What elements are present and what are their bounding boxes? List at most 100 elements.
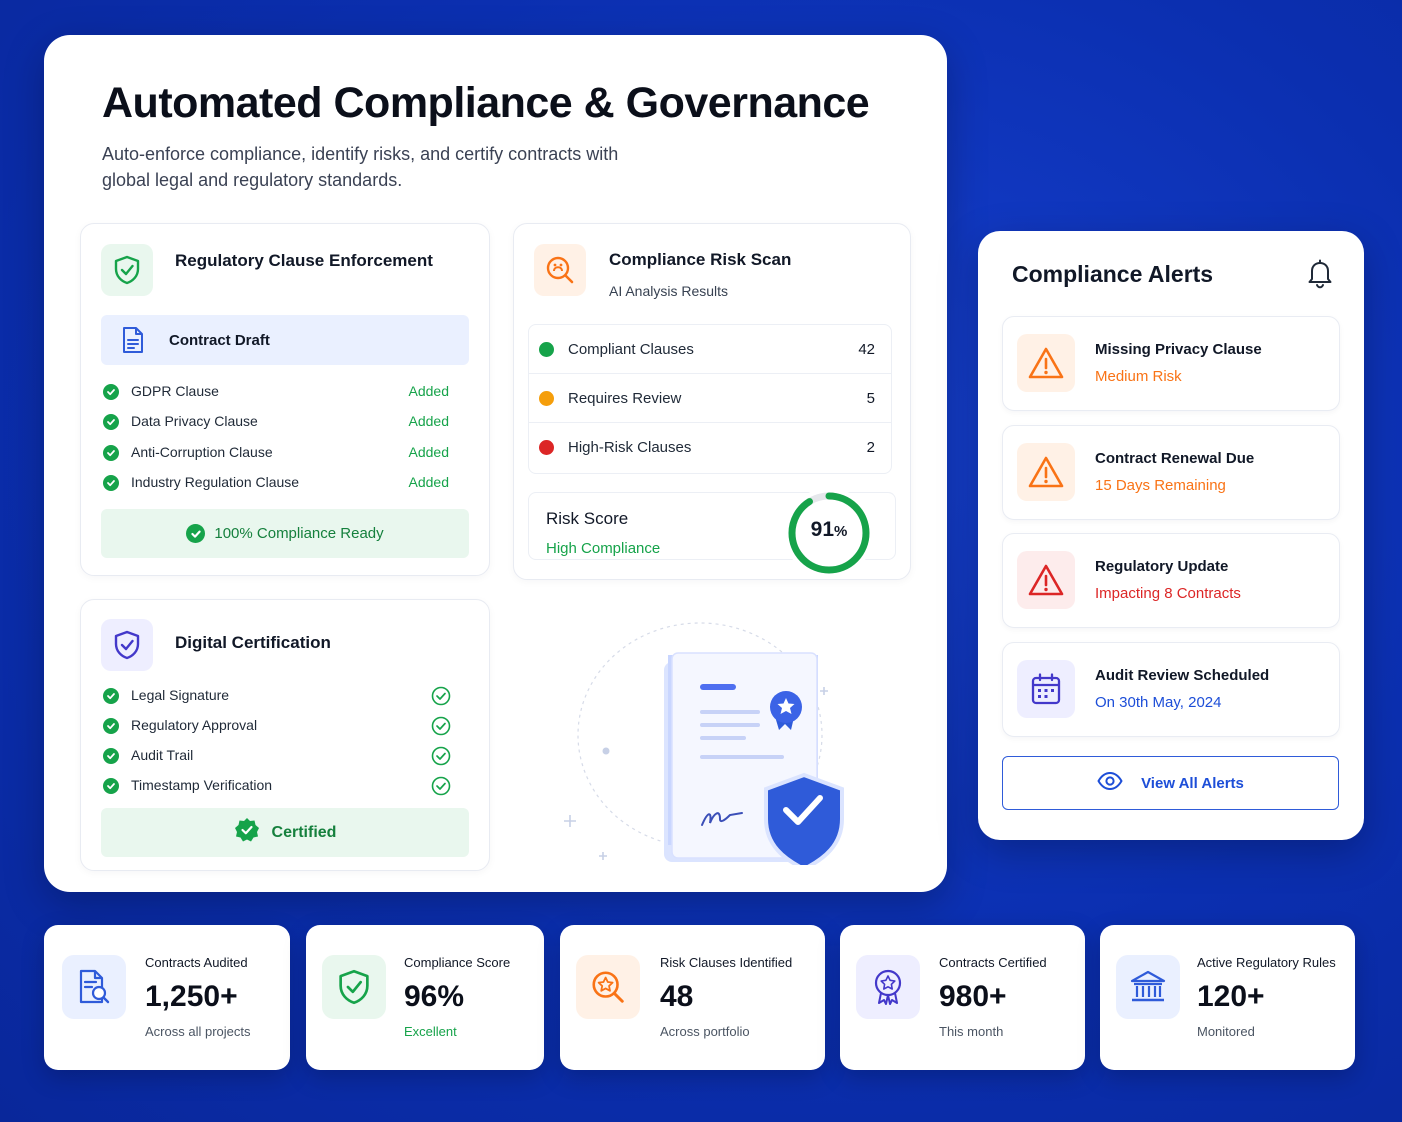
scan-results-list: Compliant Clauses 42 Requires Review 5 H… <box>528 324 892 474</box>
compliance-risk-scan-panel: Compliance Risk Scan AI Analysis Results… <box>513 223 911 580</box>
risk-score-label: Risk Score <box>546 509 629 528</box>
clause-row: Anti-Corruption Clause Added <box>101 444 449 462</box>
certification-item: Timestamp Verification <box>131 777 273 793</box>
check-outline-icon <box>431 746 451 771</box>
clause-name: Industry Regulation Clause <box>131 474 300 490</box>
contract-draft-label: Contract Draft <box>169 332 270 349</box>
alert-item[interactable]: Contract Renewal Due 15 Days Remaining <box>1002 425 1340 520</box>
clause-status: Added <box>408 474 449 490</box>
shield-check-icon <box>322 955 386 1019</box>
risk-score-status: High Compliance <box>546 540 661 557</box>
alert-item[interactable]: Audit Review Scheduled On 30th May, 2024 <box>1002 642 1340 737</box>
scan-row: Compliant Clauses 42 <box>529 325 891 374</box>
stat-label: Contracts Certified <box>939 955 1047 970</box>
stat-value: 96% <box>404 980 465 1013</box>
scan-row-count: 42 <box>858 340 875 358</box>
stat-card-contracts-audited: Contracts Audited 1,250+ Across all proj… <box>44 925 290 1070</box>
stat-card-compliance-score: Compliance Score 96% Excellent <box>306 925 544 1070</box>
clause-name: Data Privacy Clause <box>131 413 258 429</box>
scan-row: High-Risk Clauses 2 <box>529 423 891 472</box>
main-card: Automated Compliance & Governance Auto-e… <box>44 35 947 897</box>
page-subtitle: Auto-enforce compliance, identify risks,… <box>102 144 619 190</box>
certificate-illustration <box>564 615 864 897</box>
digital-certification-panel: Digital Certification Legal Signature Re… <box>80 599 490 871</box>
stat-sub: Monitored <box>1197 1024 1255 1039</box>
scan-row: Requires Review 5 <box>529 374 891 423</box>
alert-item[interactable]: Regulatory Update Impacting 8 Contracts <box>1002 533 1340 628</box>
alert-subtitle: Medium Risk <box>1095 368 1182 385</box>
clause-row: GDPR Clause Added <box>101 383 449 401</box>
stat-value: 48 <box>660 980 694 1013</box>
risk-score-unit: % <box>834 523 848 540</box>
check-circle-icon <box>103 718 119 734</box>
alert-item[interactable]: Missing Privacy Clause Medium Risk <box>1002 316 1340 411</box>
alert-title: Regulatory Update <box>1095 558 1229 575</box>
check-circle-icon <box>103 384 119 400</box>
compliance-alerts-card: Compliance Alerts Missing Privacy Clause… <box>978 231 1364 840</box>
certification-row: Audit Trail <box>101 746 451 766</box>
certification-row: Legal Signature <box>101 686 451 706</box>
compliance-ready-badge: 100% Compliance Ready <box>101 509 469 558</box>
clause-status: Added <box>408 413 449 429</box>
risk-score-value: 91 <box>810 518 834 541</box>
award-icon <box>856 955 920 1019</box>
alert-subtitle: 15 Days Remaining <box>1095 477 1226 494</box>
bell-icon[interactable] <box>1307 259 1333 294</box>
check-outline-icon <box>431 716 451 741</box>
warning-icon <box>1017 334 1075 392</box>
stat-sub: Across all projects <box>145 1024 251 1039</box>
clause-name: Anti-Corruption Clause <box>131 444 273 460</box>
alert-title: Audit Review Scheduled <box>1095 667 1270 684</box>
page-title: Automated Compliance & Governance <box>102 79 870 127</box>
status-dot <box>539 341 554 357</box>
stat-sub: Across portfolio <box>660 1024 750 1039</box>
contract-draft-bar[interactable]: Contract Draft <box>101 315 469 365</box>
clause-status: Added <box>408 444 449 460</box>
bank-icon <box>1116 955 1180 1019</box>
warning-icon <box>1017 551 1075 609</box>
shield-check-icon <box>101 619 153 671</box>
scan-row-label: Requires Review <box>568 389 682 407</box>
check-circle-icon <box>103 414 119 430</box>
warning-icon <box>1017 443 1075 501</box>
scan-row-label: Compliant Clauses <box>568 340 694 358</box>
check-outline-icon <box>431 686 451 711</box>
risk-scan-subtitle: AI Analysis Results <box>609 283 729 299</box>
check-circle-icon <box>103 445 119 461</box>
certification-row: Regulatory Approval <box>101 716 451 736</box>
stat-sub: This month <box>939 1024 1004 1039</box>
certification-row: Timestamp Verification <box>101 776 451 796</box>
clause-row: Industry Regulation Clause Added <box>101 474 449 492</box>
clause-row: Data Privacy Clause Added <box>101 413 449 431</box>
risk-score-gauge: 91% <box>784 488 874 578</box>
check-circle-icon <box>103 778 119 794</box>
calendar-icon <box>1017 660 1075 718</box>
scan-row-count: 2 <box>866 439 875 456</box>
check-circle-icon <box>103 475 119 491</box>
status-dot <box>539 440 554 455</box>
risk-search-icon <box>534 244 586 296</box>
scan-row-count: 5 <box>866 389 875 407</box>
stat-card-risk-clauses: Risk Clauses Identified 48 Across portfo… <box>560 925 825 1070</box>
status-dot <box>539 390 554 406</box>
alert-subtitle: Impacting 8 Contracts <box>1095 585 1241 602</box>
compliance-ready-label: 100% Compliance Ready <box>214 525 384 542</box>
document-icon <box>121 326 145 359</box>
stat-label: Risk Clauses Identified <box>660 955 793 970</box>
certified-label: Certified <box>271 823 337 841</box>
view-all-alerts-button[interactable]: View All Alerts <box>1002 756 1339 810</box>
clause-name: GDPR Clause <box>131 383 219 399</box>
certified-badge: Certified <box>101 808 469 857</box>
check-outline-icon <box>431 776 451 801</box>
stat-card-regulatory-rules: Active Regulatory Rules 120+ Monitored <box>1100 925 1355 1070</box>
alert-title: Missing Privacy Clause <box>1095 341 1262 358</box>
document-search-icon <box>62 955 126 1019</box>
stat-label: Compliance Score <box>404 955 511 970</box>
certification-item: Legal Signature <box>131 687 230 703</box>
view-all-label: View All Alerts <box>1141 774 1244 792</box>
stat-value: 980+ <box>939 980 1007 1013</box>
alert-subtitle: On 30th May, 2024 <box>1095 694 1222 711</box>
certification-title: Digital Certification <box>175 633 331 652</box>
stat-card-contracts-certified: Contracts Certified 980+ This month <box>840 925 1085 1070</box>
scan-row-label: High-Risk Clauses <box>568 439 692 456</box>
